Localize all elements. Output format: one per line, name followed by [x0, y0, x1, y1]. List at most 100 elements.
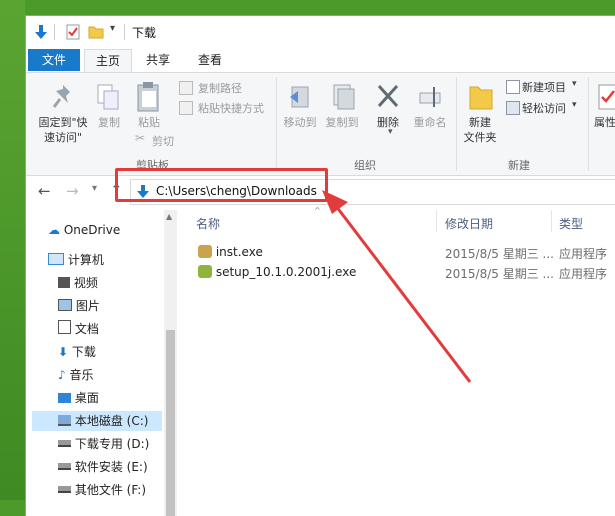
sidebar-item-music[interactable]: ♪ 音乐: [58, 365, 94, 385]
sidebar-item-label: 计算机: [67, 253, 104, 267]
sidebar-item-downloads[interactable]: ⬇ 下载: [58, 342, 96, 362]
column-header-name[interactable]: 名称: [196, 215, 220, 232]
scroll-up-icon[interactable]: ▲: [166, 212, 172, 221]
navigation-pane: ☁ OneDrive 计算机 视频 图片 文档 ⬇ 下载 ♪ 音乐 桌面 本地磁…: [26, 210, 164, 516]
paste-button[interactable]: 粘贴: [132, 115, 166, 130]
ribbon-tabs: 文件 主页 共享 查看: [26, 46, 615, 72]
drive-icon: [58, 486, 71, 493]
move-to-icon: [290, 86, 309, 108]
download-arrow-icon: ⬇: [58, 345, 69, 359]
installer-icon: [198, 245, 212, 258]
sidebar-scrollbar[interactable]: ▲: [164, 210, 177, 516]
file-name: setup_10.1.0.2001j.exe: [215, 265, 357, 279]
qa-separator: [54, 24, 55, 40]
new-folder-button[interactable]: 新建 文件夹: [458, 115, 502, 145]
sidebar-item-label: 本地磁盘 (C:): [74, 414, 149, 428]
sidebar-item-drive-f[interactable]: 其他文件 (F:): [58, 480, 146, 500]
sidebar-item-drive-e[interactable]: 软件安装 (E:): [58, 457, 148, 477]
file-row[interactable]: setup_10.1.0.2001j.exe: [198, 265, 356, 279]
desktop-icon: [58, 393, 71, 403]
new-folder-label-line2: 文件夹: [463, 131, 497, 144]
pin-label-line2: 速访问": [43, 131, 83, 144]
sidebar-item-label: 下载专用 (D:): [74, 437, 150, 451]
forward-arrow-icon[interactable]: →: [66, 182, 79, 200]
paste-shortcut-icon: [179, 101, 193, 115]
properties-button[interactable]: 属性: [594, 115, 615, 130]
pin-label-line1: 固定到"快: [38, 116, 88, 129]
copy-to-button[interactable]: 复制到: [322, 115, 362, 130]
title-separator: [124, 24, 125, 40]
ribbon: 固定到"快 速访问" 复制 粘贴 复制路径 粘贴快捷方式 ✂ 剪切 剪贴板 移动…: [26, 72, 615, 176]
easy-access-button[interactable]: 轻松访问: [522, 100, 566, 116]
sidebar-item-documents[interactable]: 文档: [58, 319, 99, 339]
sidebar-item-label: 音乐: [69, 368, 94, 382]
music-note-icon: ♪: [58, 368, 66, 382]
rename-icon: [419, 87, 441, 107]
properties-check-icon: [598, 84, 615, 110]
back-arrow-icon[interactable]: ←: [38, 182, 51, 200]
window-title: 下载: [132, 26, 157, 40]
chevron-down-icon[interactable]: ▾: [110, 23, 115, 34]
pin-icon: [52, 85, 70, 108]
column-header-type[interactable]: 类型: [559, 215, 583, 232]
sidebar-item-pictures[interactable]: 图片: [58, 296, 100, 316]
paste-shortcut-button[interactable]: 粘贴快捷方式: [198, 100, 264, 116]
group-separator: [456, 77, 457, 171]
title-bar: ▾ 下载: [26, 16, 615, 46]
tab-share[interactable]: 共享: [138, 49, 178, 71]
sidebar-item-drive-c[interactable]: 本地磁盘 (C:): [32, 411, 162, 431]
rename-button[interactable]: 重命名: [408, 115, 452, 130]
computer-icon: [48, 253, 64, 265]
cut-button[interactable]: 剪切: [152, 133, 174, 149]
chevron-down-icon: ▾: [572, 100, 577, 110]
windows-drive-icon: [58, 415, 71, 426]
column-separator[interactable]: [551, 210, 552, 232]
explorer-window: ▾ 下载 文件 主页 共享 查看 固定到"快 速访问" 复制 粘贴 复制路径 粘…: [25, 15, 615, 516]
recent-chevron-down-icon[interactable]: ▾: [92, 183, 97, 194]
delete-x-icon: [377, 84, 399, 108]
sidebar-item-drive-d[interactable]: 下载专用 (D:): [58, 434, 149, 454]
column-separator[interactable]: [436, 210, 437, 232]
new-group-label: 新建: [508, 159, 530, 172]
sidebar-item-label: 文档: [74, 322, 99, 336]
pictures-folder-icon: [58, 299, 72, 311]
sidebar-item-label: 软件安装 (E:): [74, 460, 148, 474]
sidebar-item-label: 图片: [75, 299, 100, 313]
chevron-down-icon: ▾: [388, 127, 393, 137]
copy-to-icon: [333, 84, 355, 110]
file-row[interactable]: inst.exe: [198, 245, 263, 259]
copy-path-icon: [179, 81, 193, 95]
tab-home[interactable]: 主页: [84, 49, 132, 72]
new-item-button[interactable]: 新建项目: [522, 79, 566, 95]
move-to-button[interactable]: 移动到: [280, 115, 320, 130]
sidebar-item-desktop[interactable]: 桌面: [58, 388, 99, 408]
copy-button[interactable]: 复制: [92, 115, 126, 130]
organize-group-label: 组织: [354, 159, 376, 172]
tab-file[interactable]: 文件: [28, 49, 80, 71]
sidebar-item-label: 其他文件 (F:): [74, 483, 147, 497]
sidebar-item-onedrive[interactable]: ☁ OneDrive: [48, 220, 120, 240]
desktop-background: [0, 0, 25, 500]
pin-quick-access-button[interactable]: 固定到"快 速访问": [34, 115, 92, 145]
sidebar-item-computer[interactable]: 计算机: [48, 250, 104, 270]
properties-check-icon[interactable]: [66, 24, 80, 40]
chevron-down-icon: ▾: [572, 79, 577, 89]
sidebar-item-label: OneDrive: [63, 223, 121, 237]
file-name: inst.exe: [215, 245, 263, 259]
file-type: 应用程序: [559, 247, 608, 261]
copy-path-button[interactable]: 复制路径: [198, 80, 242, 96]
new-folder-icon[interactable]: [88, 24, 104, 40]
sidebar-item-videos[interactable]: 视频: [58, 273, 98, 293]
file-date: 2015/8/5 星期三 ...: [445, 247, 554, 261]
cloud-icon: ☁: [48, 223, 60, 237]
sort-chevron-up-icon: ^: [314, 206, 321, 215]
tab-view[interactable]: 查看: [190, 49, 230, 71]
group-separator: [588, 77, 589, 171]
installer-icon: [198, 265, 212, 278]
annotation-highlight-box: [115, 168, 328, 202]
new-folder-icon: [469, 86, 493, 110]
sidebar-item-label: 视频: [73, 276, 98, 290]
column-header-date[interactable]: 修改日期: [445, 215, 493, 232]
scrollbar-thumb[interactable]: [166, 330, 175, 516]
download-arrow-icon[interactable]: [34, 24, 48, 40]
